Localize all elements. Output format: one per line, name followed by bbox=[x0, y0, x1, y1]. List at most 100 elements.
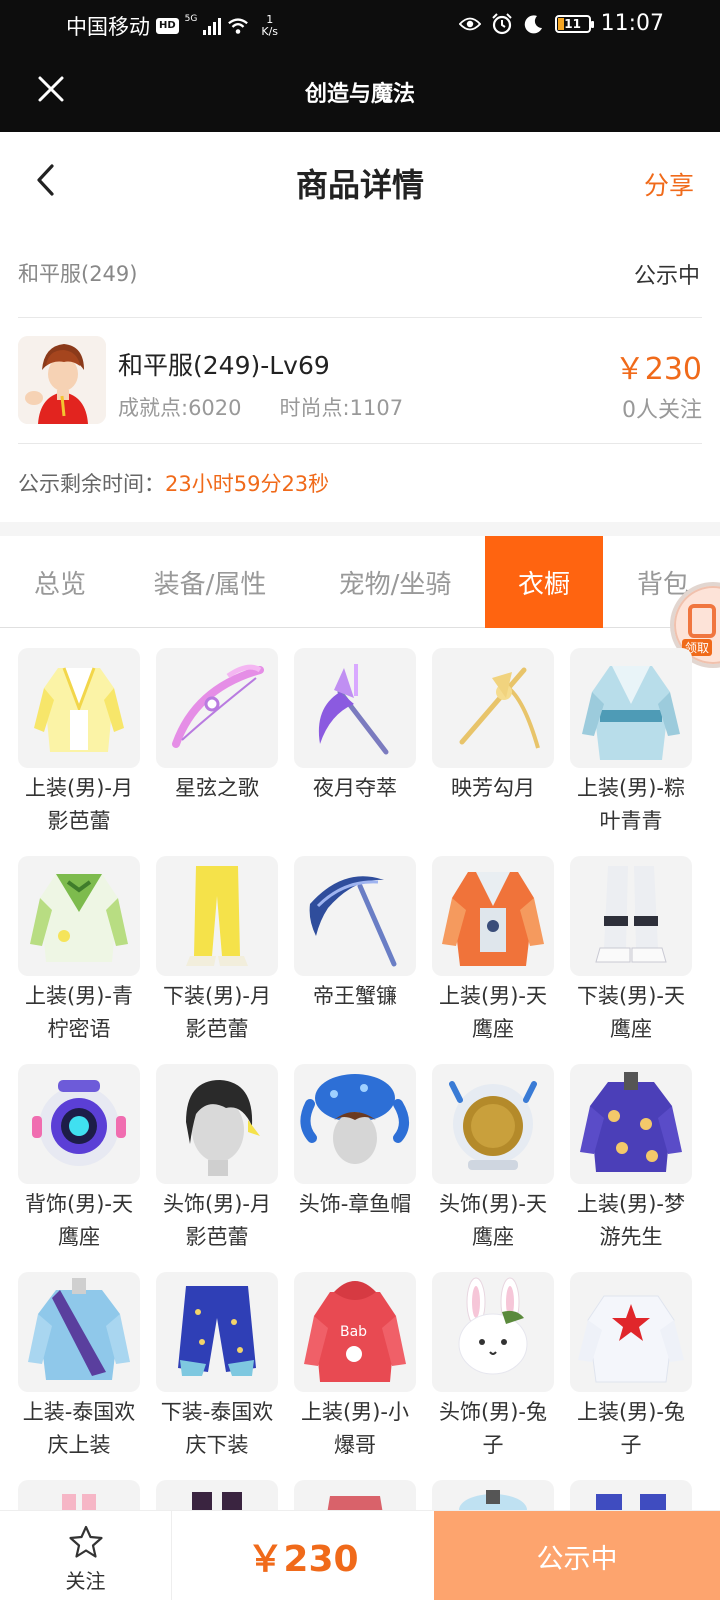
red-hoodie-icon: Bab bbox=[294, 1272, 416, 1392]
tab-equipment[interactable]: 装备/属性 bbox=[120, 536, 300, 628]
wardrobe-item[interactable]: 夜月夺萃 bbox=[294, 648, 416, 805]
follower-count: 0人关注 bbox=[622, 398, 702, 423]
section-divider bbox=[0, 522, 720, 536]
webview-title: 创造与魔法 bbox=[304, 82, 415, 107]
item-label: 头饰(男)-兔子 bbox=[439, 1400, 547, 1457]
item-label: 下装(男)-天鹰座 bbox=[577, 984, 685, 1041]
role-stats: 成就点:6020 时尚点:1107 bbox=[118, 392, 403, 422]
page-header: 商品详情 分享 bbox=[0, 132, 720, 228]
page-title: 商品详情 bbox=[295, 166, 424, 204]
white-boots-icon bbox=[570, 856, 692, 976]
wardrobe-item[interactable]: 上装-泰国欢庆上装 bbox=[18, 1272, 140, 1462]
status-left: 中国移动 HD 5G 1 K/s bbox=[66, 11, 278, 41]
golden-staff-icon bbox=[432, 648, 554, 768]
wardrobe-item[interactable]: 映芳勾月 bbox=[432, 648, 554, 805]
eye-icon bbox=[458, 13, 481, 35]
item-label: 上装(男)-月影芭蕾 bbox=[25, 776, 133, 833]
bottom-price: ￥230 bbox=[247, 1539, 359, 1580]
wardrobe-item[interactable]: 上装(男)-天鹰座 bbox=[432, 856, 554, 1046]
pink-bow-icon bbox=[156, 648, 278, 768]
tab-wardrobe[interactable]: 衣橱 bbox=[485, 536, 603, 628]
purple-scythe-icon bbox=[294, 648, 416, 768]
alarm-icon bbox=[491, 12, 513, 35]
countdown-label: 公示剩余时间： bbox=[18, 472, 165, 496]
wardrobe-item[interactable]: 上装(男)-兔子 bbox=[570, 1272, 692, 1462]
item-label: 头饰-章鱼帽 bbox=[298, 1192, 412, 1216]
bunny-suit-icon bbox=[570, 1272, 692, 1392]
wardrobe-item[interactable]: 帝王蟹镰 bbox=[294, 856, 416, 1013]
item-label: 上装(男)-天鹰座 bbox=[439, 984, 547, 1041]
tab-pets[interactable]: 宠物/坐骑 bbox=[310, 536, 480, 628]
hd-badge: HD bbox=[156, 18, 179, 34]
character-avatar bbox=[18, 336, 106, 424]
wardrobe-item[interactable]: 下装(男)-天鹰座 bbox=[570, 856, 692, 1046]
item-label: 头饰(男)-天鹰座 bbox=[439, 1192, 547, 1249]
purple-pajamas-icon bbox=[570, 1064, 692, 1184]
item-label: 下装(男)-月影芭蕾 bbox=[163, 984, 271, 1041]
server-row: 和平服(249) 公示中 bbox=[18, 240, 702, 318]
wardrobe-item[interactable]: 头饰-章鱼帽 bbox=[294, 1064, 416, 1221]
wardrobe-item[interactable]: 下装(男)-月影芭蕾 bbox=[156, 856, 278, 1046]
blue-sash-top-icon bbox=[18, 1272, 140, 1392]
orange-armor-icon bbox=[432, 856, 554, 976]
server-name: 和平服(249) bbox=[18, 262, 138, 286]
wardrobe-item[interactable]: 上装(男)-青柠密语 bbox=[18, 856, 140, 1046]
item-label: 上装(男)-梦游先生 bbox=[577, 1192, 685, 1249]
wifi-icon bbox=[227, 15, 249, 37]
crab-scythe-icon bbox=[294, 856, 416, 976]
blue-star-pants-icon bbox=[156, 1272, 278, 1392]
yellow-pants-icon bbox=[156, 856, 278, 976]
status-right: 11 11:07 bbox=[458, 11, 664, 36]
tab-overview[interactable]: 总览 bbox=[0, 536, 120, 628]
round-backpack-icon bbox=[18, 1064, 140, 1184]
item-label: 上装-泰国欢庆上装 bbox=[22, 1400, 136, 1457]
wardrobe-item[interactable]: 上装(男)-梦游先生 bbox=[570, 1064, 692, 1254]
item-label: 上装(男)-青柠密语 bbox=[25, 984, 133, 1041]
share-button[interactable]: 分享 bbox=[644, 166, 694, 202]
item-label: 上装(男)-兔子 bbox=[577, 1400, 685, 1457]
bottom-bar: 关注 ￥230 公示中 bbox=[0, 1510, 720, 1600]
item-label: 背饰(男)-天鹰座 bbox=[25, 1192, 133, 1249]
wardrobe-item[interactable]: 下装-泰国欢庆下装 bbox=[156, 1272, 278, 1462]
item-label: 星弦之歌 bbox=[175, 776, 259, 800]
signal-icon bbox=[203, 17, 222, 35]
wardrobe-item[interactable]: Bab 上装(男)-小爆哥 bbox=[294, 1272, 416, 1462]
item-label: 映芳勾月 bbox=[451, 776, 535, 800]
wardrobe-item[interactable]: 星弦之歌 bbox=[156, 648, 278, 805]
octopus-hat-icon bbox=[294, 1064, 416, 1184]
countdown-value: 23小时59分23秒 bbox=[165, 472, 330, 496]
wardrobe-item[interactable]: 背饰(男)-天鹰座 bbox=[18, 1064, 140, 1254]
wardrobe-item[interactable]: 上装(男)-粽叶青青 bbox=[570, 648, 692, 838]
wardrobe-item[interactable]: 头饰(男)-月影芭蕾 bbox=[156, 1064, 278, 1254]
battery-icon: 11 bbox=[554, 14, 594, 33]
bunny-hat-icon bbox=[432, 1272, 554, 1392]
wardrobe-item[interactable]: 上装(男)-月影芭蕾 bbox=[18, 648, 140, 838]
item-label: 上装(男)-小爆哥 bbox=[301, 1400, 409, 1457]
battery-level: 11 bbox=[564, 16, 581, 31]
moon-icon bbox=[523, 13, 545, 35]
clock: 11:07 bbox=[600, 11, 664, 36]
wardrobe-item[interactable]: 头饰(男)-天鹰座 bbox=[432, 1064, 554, 1254]
fashion-points: 时尚点:1107 bbox=[279, 396, 404, 420]
publicity-status-button[interactable]: 公示中 bbox=[434, 1511, 720, 1600]
item-label: 下装-泰国欢庆下装 bbox=[160, 1400, 274, 1457]
green-suit-icon bbox=[18, 856, 140, 976]
detail-tabs: 总览 装备/属性 宠物/坐骑 衣橱 背包 bbox=[0, 536, 720, 628]
item-label: 帝王蟹镰 bbox=[313, 984, 397, 1008]
wardrobe-item[interactable]: 头饰(男)-兔子 bbox=[432, 1272, 554, 1462]
status-bar: 中国移动 HD 5G 1 K/s 11 11:07 bbox=[0, 0, 720, 52]
follow-button[interactable]: 关注 bbox=[0, 1511, 172, 1600]
role-card[interactable]: 和平服(249)-Lv69 成就点:6020 时尚点:1107 ￥230 0人关… bbox=[18, 318, 702, 444]
item-label: 上装(男)-粽叶青青 bbox=[577, 776, 685, 833]
item-label: 夜月夺萃 bbox=[313, 776, 397, 800]
speed-unit: K/s bbox=[261, 25, 279, 38]
blue-robe-icon bbox=[570, 648, 692, 768]
role-name: 和平服(249)-Lv69 bbox=[118, 351, 330, 380]
achievement-points: 成就点:6020 bbox=[118, 396, 242, 420]
space-helmet-icon bbox=[432, 1064, 554, 1184]
server-status: 公示中 bbox=[633, 264, 700, 289]
webview-titlebar: 创造与魔法 bbox=[0, 52, 720, 132]
follow-label: 关注 bbox=[65, 1569, 106, 1593]
star-icon bbox=[69, 1525, 103, 1558]
network-speed: 1 K/s bbox=[261, 14, 278, 38]
